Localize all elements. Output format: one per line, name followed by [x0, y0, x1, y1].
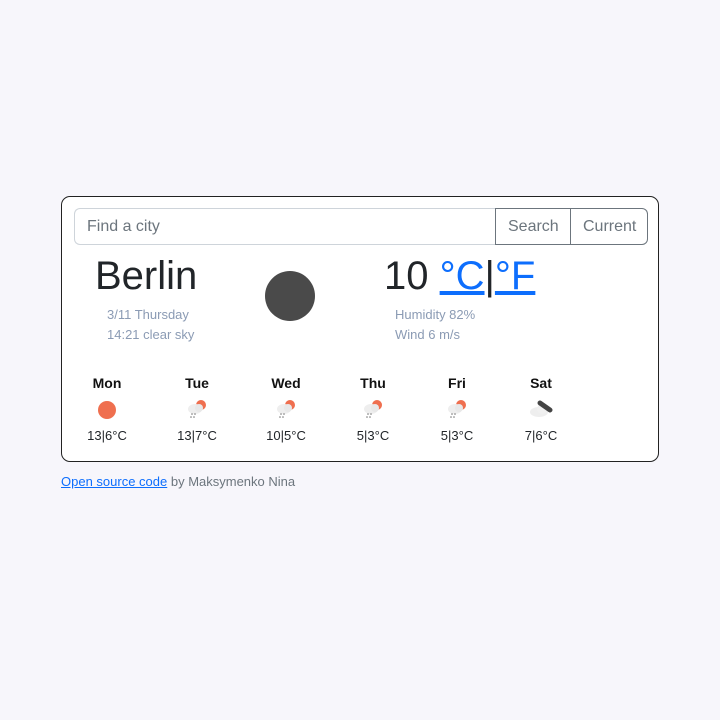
- footer: Open source code by Maksymenko Nina: [61, 474, 295, 489]
- sun-icon: [67, 393, 147, 427]
- forecast-day-name: Mon: [92, 375, 122, 391]
- forecast-day: Wed 10|5°C: [246, 373, 326, 445]
- weather-card: Search Current Berlin 3/11 Thursday 14:2…: [61, 196, 659, 462]
- unit-separator: |: [484, 254, 495, 298]
- celsius-link[interactable]: °C: [440, 254, 485, 298]
- search-button[interactable]: Search: [495, 208, 571, 245]
- current-location-button[interactable]: Current: [571, 208, 648, 245]
- wind-text: Wind 6 m/s: [395, 327, 461, 342]
- forecast-day: Sat 7|6°C: [501, 373, 581, 445]
- temperature-value: 10: [384, 254, 429, 298]
- forecast-day-temp: 5|3°C: [356, 428, 390, 443]
- rain-sun-cloud-icon: [417, 393, 497, 427]
- date-text: 3/11 Thursday: [107, 307, 189, 322]
- forecast-day: Thu 5|3°C: [333, 373, 413, 445]
- forecast-day: Tue 13|7°C: [157, 373, 237, 445]
- forecast-day: Fri 5|3°C: [417, 373, 497, 445]
- author-text: by Maksymenko Nina: [167, 474, 296, 489]
- broken-clouds-icon: [501, 393, 581, 427]
- forecast-day-name: Thu: [360, 375, 386, 391]
- search-form: Search Current: [74, 208, 648, 245]
- city-name: Berlin: [95, 254, 198, 298]
- forecast-day-name: Fri: [448, 375, 466, 391]
- forecast-day-temp: 13|7°C: [177, 428, 217, 443]
- rain-sun-cloud-icon: [246, 393, 326, 427]
- fahrenheit-link[interactable]: °F: [495, 254, 535, 298]
- source-code-link[interactable]: Open source code: [61, 474, 167, 489]
- rain-sun-cloud-icon: [333, 393, 413, 427]
- forecast-day-name: Tue: [185, 375, 209, 391]
- forecast-day-temp: 7|6°C: [524, 428, 558, 443]
- forecast-day: Mon 13|6°C: [67, 373, 147, 445]
- weather-description: 14:21 clear sky: [107, 327, 195, 342]
- forecast-day-temp: 10|5°C: [266, 428, 306, 443]
- forecast-day-name: Sat: [530, 375, 552, 391]
- forecast-day-temp: 13|6°C: [87, 428, 127, 443]
- humidity-text: Humidity 82%: [395, 307, 476, 322]
- clear-sky-icon: [265, 271, 315, 321]
- rain-sun-cloud-icon: [157, 393, 237, 427]
- forecast-day-name: Wed: [271, 375, 301, 391]
- current-temperature: 10 °C|°F: [384, 254, 535, 299]
- forecast-day-temp: 5|3°C: [440, 428, 474, 443]
- city-search-input[interactable]: [74, 208, 495, 245]
